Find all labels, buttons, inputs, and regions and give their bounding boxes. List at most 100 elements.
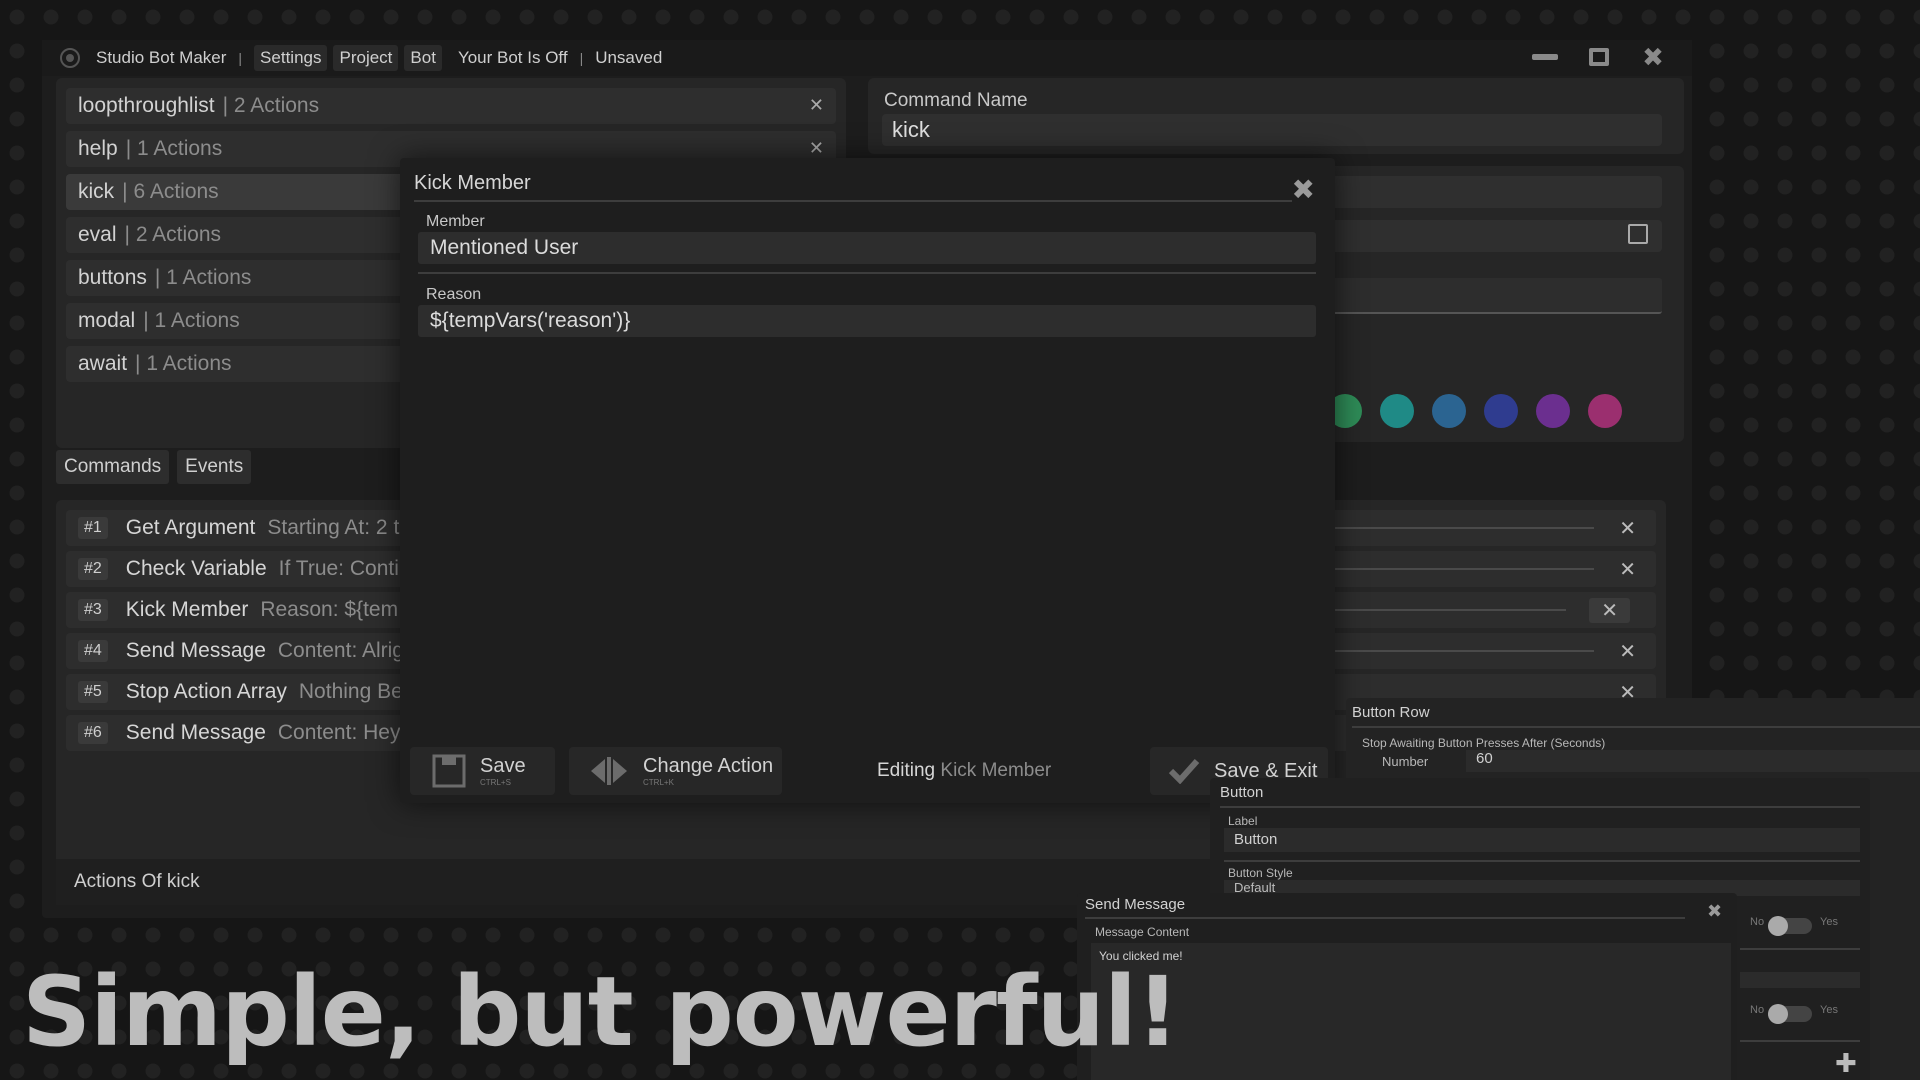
- color-swatch-blue[interactable]: [1432, 394, 1466, 428]
- delete-command-icon[interactable]: ✕: [809, 95, 824, 116]
- action-name: Check Variable: [125, 557, 267, 580]
- action-number: #5: [78, 681, 108, 703]
- reason-input[interactable]: ${tempVars('reason')}: [418, 305, 1316, 337]
- toggle-yes-label: Yes: [1820, 916, 1838, 928]
- member-select[interactable]: Mentioned User: [418, 232, 1316, 264]
- command-item[interactable]: loopthroughlist | 2 Actions ✕: [66, 88, 836, 124]
- button-label-input[interactable]: Button: [1224, 828, 1860, 852]
- toggle-no-label: No: [1750, 1004, 1765, 1016]
- toggle-switch[interactable]: [1768, 916, 1812, 936]
- tab-events[interactable]: Events: [177, 450, 252, 484]
- action-name: Kick Member: [125, 598, 249, 621]
- swap-icon: [591, 757, 627, 785]
- field-divider: [1224, 860, 1860, 862]
- toggle-yes-label: Yes: [1820, 1004, 1838, 1016]
- save-label: Save: [480, 755, 526, 777]
- action-description: Starting At: 2 t: [267, 516, 400, 539]
- delete-action-icon[interactable]: ✕: [1619, 639, 1636, 664]
- modal-close-icon[interactable]: ✖: [1292, 176, 1315, 204]
- modal-divider: [414, 200, 1292, 202]
- delete-action-icon[interactable]: ✕: [1619, 516, 1636, 541]
- action-description: Content: Hey: [277, 721, 401, 744]
- delete-action-icon[interactable]: ✕: [1589, 598, 1630, 623]
- member-label: Member: [426, 213, 485, 230]
- command-name: help: [78, 137, 118, 160]
- button-extra-field[interactable]: [1740, 972, 1860, 988]
- menu-settings[interactable]: Settings: [254, 45, 328, 71]
- menu-project[interactable]: Project: [333, 45, 399, 71]
- color-swatch-magenta[interactable]: [1588, 394, 1622, 428]
- command-name: loopthroughlist: [78, 94, 215, 117]
- action-number: #4: [78, 640, 108, 662]
- send-message-title: Send Message: [1085, 896, 1186, 913]
- action-description: Content: Alrig: [277, 639, 404, 662]
- seconds-input[interactable]: 60: [1466, 750, 1920, 772]
- toggle-switch[interactable]: [1768, 1004, 1812, 1024]
- minimize-button[interactable]: [1532, 46, 1558, 68]
- editing-action-name: Kick Member: [940, 760, 1052, 781]
- button-style-label: Button Style: [1228, 866, 1293, 880]
- delete-action-icon[interactable]: ✕: [1619, 557, 1636, 582]
- button-label-label: Label: [1228, 814, 1258, 828]
- stop-awaiting-label: Stop Awaiting Button Presses After (Seco…: [1362, 736, 1606, 750]
- panel-divider: [1085, 917, 1685, 919]
- change-action-button[interactable]: Change Action CTRL+K: [569, 747, 782, 795]
- minimize-icon: [1532, 54, 1558, 60]
- toggle-knob: [1768, 1004, 1788, 1024]
- action-name: Stop Action Array: [125, 680, 287, 703]
- open-external-icon[interactable]: [1628, 224, 1648, 244]
- action-divider: [1294, 568, 1594, 570]
- field-divider: [1740, 948, 1860, 950]
- command-count: | 1 Actions: [125, 137, 223, 160]
- close-window-button[interactable]: ✖: [1640, 44, 1666, 70]
- command-name-input[interactable]: kick: [882, 114, 1662, 146]
- floppy-disk-icon: [432, 754, 466, 788]
- command-name: kick: [78, 180, 115, 203]
- action-number: #1: [78, 517, 108, 539]
- action-description: If True: Conti: [278, 557, 399, 580]
- title-bar: Studio Bot Maker | Settings Project Bot …: [42, 40, 1692, 76]
- message-content-textarea[interactable]: You clicked me!: [1091, 943, 1731, 1080]
- change-action-shortcut: CTRL+K: [643, 778, 674, 787]
- reason-label: Reason: [426, 286, 482, 303]
- color-swatch-indigo[interactable]: [1484, 394, 1518, 428]
- toggle-no-label: No: [1750, 916, 1765, 928]
- command-name: eval: [78, 223, 117, 246]
- menu-bot[interactable]: Bot: [404, 45, 442, 71]
- list-tabs: Commands Events: [56, 450, 252, 484]
- delete-command-icon[interactable]: ✕: [809, 138, 824, 159]
- maximize-button[interactable]: [1586, 46, 1612, 68]
- color-swatch-purple[interactable]: [1536, 394, 1570, 428]
- action-divider: [1294, 650, 1594, 652]
- checkmark-icon: [1168, 758, 1200, 784]
- save-shortcut: CTRL+S: [480, 778, 511, 787]
- command-count: | 2 Actions: [222, 94, 320, 117]
- action-description: Nothing Be: [298, 680, 403, 703]
- app-name: Studio Bot Maker: [96, 48, 227, 67]
- save-button[interactable]: Save CTRL+S: [410, 747, 555, 795]
- action-number: #2: [78, 558, 108, 580]
- action-name: Get Argument: [125, 516, 256, 539]
- command-name-label: Command Name: [884, 90, 1028, 111]
- actions-footer-label: Actions Of kick: [74, 871, 200, 892]
- command-count: | 6 Actions: [122, 180, 219, 203]
- color-swatch-teal[interactable]: [1380, 394, 1414, 428]
- action-number: #6: [78, 722, 108, 744]
- command-name-section: Command Name kick: [868, 78, 1684, 154]
- bot-status: Your Bot Is Off: [457, 48, 568, 67]
- action-divider: [1294, 527, 1594, 529]
- field-divider: [418, 272, 1316, 274]
- add-icon[interactable]: ✚: [1835, 1048, 1857, 1079]
- command-name: buttons: [78, 266, 147, 289]
- button-panel-title: Button: [1220, 784, 1264, 801]
- modal-title: Kick Member: [414, 172, 531, 194]
- action-name: Send Message: [125, 721, 266, 744]
- change-action-label: Change Action: [643, 755, 774, 777]
- save-status: Unsaved: [595, 48, 663, 67]
- tab-commands[interactable]: Commands: [56, 450, 170, 484]
- close-icon[interactable]: ✖: [1707, 901, 1722, 922]
- action-description: Reason: ${tem: [260, 598, 399, 621]
- toggle-knob: [1768, 916, 1788, 936]
- window-controls: ✖: [1532, 44, 1666, 70]
- command-count: | 1 Actions: [135, 352, 232, 375]
